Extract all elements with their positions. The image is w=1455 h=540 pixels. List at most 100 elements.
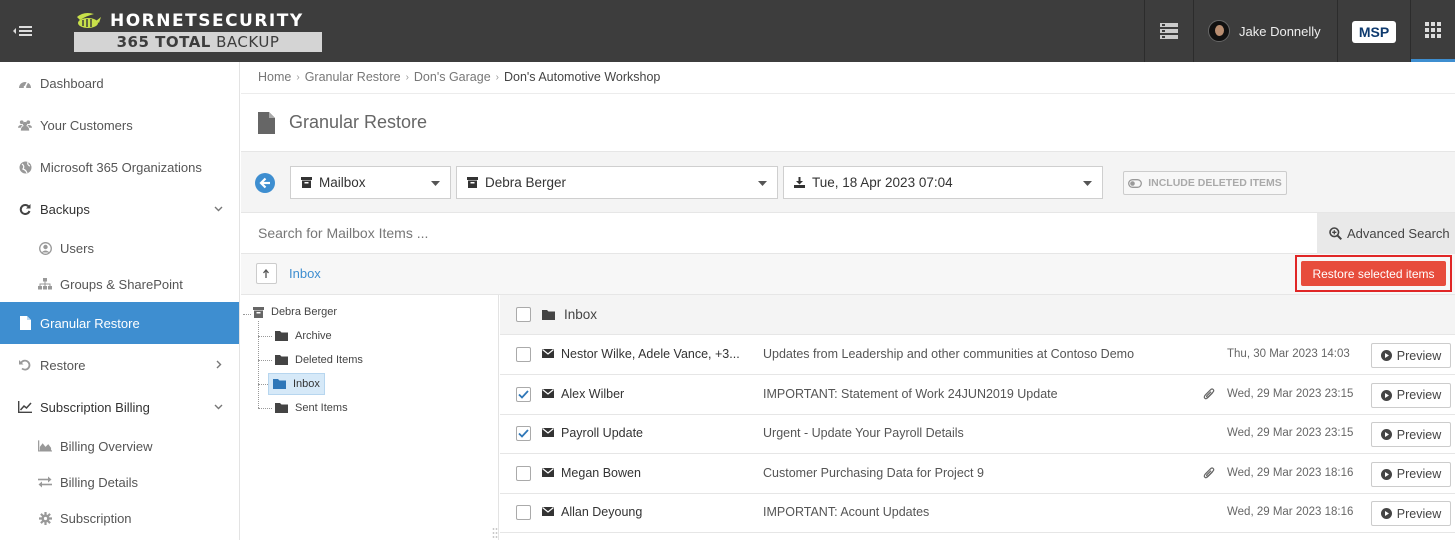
sidebar-item-billing-details[interactable]: Billing Details (0, 464, 239, 500)
item-type-select[interactable]: Mailbox (290, 166, 451, 199)
app-logo[interactable]: HORNETSECURITY 365 TOTAL BACKUP (74, 10, 322, 52)
tree-node-label: Archive (295, 330, 332, 342)
line-chart-icon (18, 400, 32, 414)
back-arrow-icon[interactable] (255, 173, 275, 193)
include-deleted-toggle[interactable]: INCLUDE DELETED ITEMS (1123, 171, 1287, 195)
current-folder-path[interactable]: Inbox (289, 266, 321, 281)
exchange-icon (38, 475, 52, 489)
divider (1337, 0, 1338, 62)
tree-node-archive[interactable]: Archive (271, 326, 336, 346)
sidebar-item-users[interactable]: Users (0, 230, 239, 266)
sidebar-item-label: Dashboard (40, 75, 104, 91)
envelope-icon (542, 388, 554, 398)
select-all-checkbox[interactable] (516, 307, 531, 322)
sidebar-item-groups-sharepoint[interactable]: Groups & SharePoint (0, 266, 239, 302)
breadcrumb-granular-restore[interactable]: Granular Restore (305, 70, 401, 84)
user-name: Jake Donnelly (1239, 23, 1321, 39)
preview-button[interactable]: Preview (1371, 343, 1451, 368)
tree-node-sent-items[interactable]: Sent Items (271, 398, 352, 418)
user-menu[interactable]: Jake Donnelly (1194, 0, 1336, 62)
preview-label: Preview (1396, 506, 1442, 521)
tree-node-label: Sent Items (295, 402, 348, 414)
search-input[interactable] (241, 213, 1317, 253)
play-circle-icon (1380, 389, 1392, 401)
sidebar-item-label: Your Customers (40, 117, 133, 133)
mail-sender: Allan Deyoung (561, 505, 643, 520)
list-item[interactable]: Payroll Update Urgent - Update Your Payro… (500, 414, 1455, 455)
msp-badge[interactable]: MSP (1352, 21, 1396, 43)
mail-subject: Updates from Leadership and other commun… (763, 347, 1135, 361)
breadcrumb-customer[interactable]: Don's Garage (414, 70, 491, 84)
chevron-right-icon: › (405, 71, 409, 83)
sidebar-item-backups[interactable]: Backups (0, 188, 239, 230)
list-item[interactable]: Allan Deyoung IMPORTANT: Acount Updates We… (500, 493, 1455, 534)
collapse-menu-icon[interactable] (12, 22, 34, 40)
folder-icon (275, 355, 288, 365)
tree-node-inbox[interactable]: Inbox (268, 373, 325, 395)
tree-line (258, 321, 259, 408)
advanced-search-button[interactable]: Advanced Search (1317, 213, 1455, 254)
hornet-logo-icon (74, 11, 102, 31)
row-checkbox[interactable] (516, 386, 531, 402)
preview-button[interactable]: Preview (1371, 422, 1451, 448)
pane-resize-handle[interactable] (492, 527, 498, 540)
sidebar-item-label: Billing Overview (60, 438, 153, 454)
preview-button[interactable]: Preview (1371, 382, 1451, 408)
row-checkbox[interactable] (516, 426, 531, 442)
sidebar-item-label: Groups & SharePoint (60, 276, 183, 292)
snapshot-value: Tue, 18 Apr 2023 07:04 (812, 175, 953, 190)
list-item[interactable]: Megan Bowen Customer Purchasing Data for … (500, 454, 1455, 494)
filter-bar: Mailbox Debra Berger Tue, 18 Apr 2023 07… (241, 151, 1455, 213)
mail-subject: IMPORTANT: Statement of Work 24JUN2019 U… (763, 386, 1058, 401)
sidebar-item-label: Microsoft 365 Organizations (40, 159, 202, 175)
folder-up-icon[interactable] (256, 263, 277, 284)
sidebar-item-billing-overview[interactable]: Billing Overview (0, 428, 239, 464)
sidebar-item-your-customers[interactable]: Your Customers (0, 104, 239, 146)
sidebar-item-subscription-billing[interactable]: Subscription Billing (0, 386, 239, 428)
refresh-icon (18, 202, 32, 216)
sidebar-item-restore[interactable]: Restore (0, 344, 239, 386)
preview-label: Preview (1396, 348, 1442, 363)
list-item[interactable]: Alex Wilber IMPORTANT: Statement of Work … (500, 375, 1455, 415)
caret-down-icon (758, 181, 767, 186)
snapshot-select[interactable]: Tue, 18 Apr 2023 07:04 (783, 166, 1103, 199)
mail-date: Wed, 29 Mar 2023 23:15 (1227, 427, 1354, 440)
preview-button[interactable]: Preview (1371, 461, 1451, 487)
gear-icon (38, 511, 52, 525)
area-chart-icon (38, 439, 52, 453)
sidebar-item-granular-restore[interactable]: Granular Restore (0, 302, 239, 344)
tree-node-mailbox[interactable]: Debra Berger (249, 302, 341, 322)
folder-icon (275, 331, 288, 341)
sidebar-item-microsoft-365-organizations[interactable]: Microsoft 365 Organizations (0, 146, 239, 188)
mail-list: Inbox Nestor Wilke, Adele Vance, +3... Up… (500, 295, 1455, 540)
sidebar-item-label: Granular Restore (40, 315, 140, 331)
tree-line (258, 384, 268, 385)
tree-line (258, 360, 272, 361)
breadcrumb-home[interactable]: Home (258, 70, 291, 84)
list-folder-title: Inbox (564, 307, 598, 322)
file-icon (18, 316, 32, 330)
chevron-down-icon (214, 204, 223, 213)
mail-sender: Nestor Wilke, Adele Vance, +3... (561, 347, 740, 361)
avatar (1208, 20, 1230, 42)
breadcrumb: Home › Granular Restore › Don's Garage ›… (258, 69, 660, 85)
paperclip-icon (1203, 387, 1215, 401)
folder-icon (275, 403, 288, 413)
row-checkbox[interactable] (516, 505, 531, 521)
list-item[interactable]: Nestor Wilke, Adele Vance, +3... Updates … (500, 335, 1455, 375)
mail-date: Thu, 30 Mar 2023 14:03 (1227, 348, 1350, 360)
item-type-value: Mailbox (319, 175, 366, 190)
sidebar-item-dashboard[interactable]: Dashboard (0, 62, 239, 104)
row-checkbox[interactable] (516, 465, 531, 481)
restore-selected-items-button[interactable]: Restore selected items (1301, 261, 1446, 286)
sidebar-item-subscription[interactable]: Subscription (0, 500, 239, 536)
server-icon[interactable] (1145, 0, 1193, 62)
preview-label: Preview (1396, 467, 1442, 482)
user-select[interactable]: Debra Berger (456, 166, 778, 199)
toggle-off-icon (1128, 178, 1143, 188)
tree-node-deleted-items[interactable]: Deleted Items (271, 350, 367, 370)
dashboard-icon (18, 76, 32, 90)
row-checkbox[interactable] (516, 347, 531, 362)
preview-button[interactable]: Preview (1371, 501, 1451, 527)
apps-grid-icon[interactable] (1411, 0, 1455, 62)
